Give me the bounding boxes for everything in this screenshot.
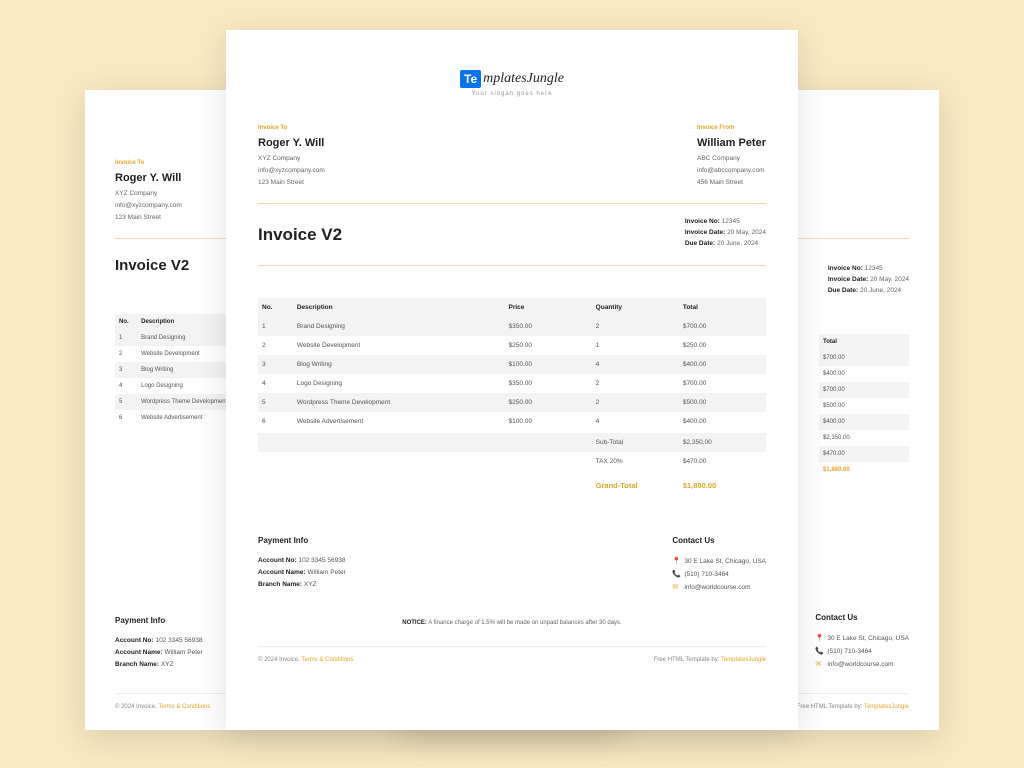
invoice-from-address: 456 Main Street	[697, 179, 766, 186]
table-row: 5Wordpress Theme Development$250.002$500…	[258, 393, 766, 412]
pin-icon: 📍	[672, 557, 680, 565]
table-row: 6Website Advertisement$100.004$400.00	[258, 412, 766, 431]
due-date: 20 June, 2024	[717, 240, 758, 247]
contact-address: 30 E Lake St, Chicago, USA	[684, 558, 766, 565]
invoice-date: 20 May, 2024	[727, 229, 766, 236]
invoice-from-name: William Peter	[697, 137, 766, 149]
account-name: William Peter	[308, 569, 346, 576]
invoice-from-company: ABC Company	[697, 155, 766, 162]
grand-total-value: $1,880.00	[679, 471, 766, 496]
invoice-to-label: Invoice To	[258, 125, 325, 131]
invoice-to-address: 123 Main Street	[258, 179, 325, 186]
logo-tagline: Your slogan goes here	[258, 91, 766, 97]
invoice-from-email: info@abccompany.com	[697, 167, 766, 174]
table-row: 2Website Development$250.001$250.00	[258, 336, 766, 355]
logo: Te mplatesJungle Your slogan goes here	[258, 70, 766, 97]
contact-us-block: Contact Us 📍 30 E Lake St, Chicago, USA 📞…	[672, 536, 766, 596]
invoice-meta: Invoice No: 12345 Invoice Date: 20 May, …	[685, 218, 766, 251]
terms-link[interactable]: Terms & Conditions	[301, 657, 353, 663]
account-no: 102 3345 56938	[298, 557, 345, 564]
invoice-no: 12345	[722, 218, 740, 225]
invoice-to-email: info@xyzcompany.com	[258, 167, 325, 174]
invoice-from-block: Invoice From William Peter ABC Company i…	[697, 125, 766, 191]
pin-icon: 📍	[815, 634, 823, 642]
table-header-row: No. Description Price Quantity Total	[258, 298, 766, 317]
tax-value: $470.00	[679, 452, 766, 471]
invoice-to-name: Roger Y. Will	[258, 137, 325, 149]
invoice-to-company: XYZ Company	[258, 155, 325, 162]
invoice-to-block: Invoice To Roger Y. Will XYZ Company inf…	[258, 125, 325, 191]
phone-icon: 📞	[815, 647, 823, 655]
logo-mark: Te	[460, 70, 481, 88]
contact-title: Contact Us	[672, 536, 766, 545]
subtotal-value: $2,350.00	[679, 433, 766, 452]
table-row: 3Blog Writing$100.004$400.00	[258, 355, 766, 374]
invoice-title: Invoice V2	[258, 225, 342, 245]
tax-label: TAX 20%	[592, 452, 679, 471]
notice-text: NOTICE: A finance charge of 1.5% will be…	[258, 620, 766, 626]
template-credit-link[interactable]: TemplatesJungle	[721, 657, 766, 663]
payment-info-title: Payment Info	[258, 536, 346, 545]
invoice-sheet: Te mplatesJungle Your slogan goes here I…	[226, 30, 798, 730]
subtotal-label: Sub-Total	[592, 433, 679, 452]
line-items-table: No. Description Price Quantity Total 1Br…	[258, 298, 766, 431]
footer: © 2024 Invoice. Terms & Conditions Free …	[258, 646, 766, 663]
payment-info-block: Payment Info Account No: 102 3345 56938 …	[258, 536, 346, 596]
table-row: 4Logo Designing$350.002$700.00	[258, 374, 766, 393]
invoice-from-label: Invoice From	[697, 125, 766, 131]
mail-icon: ✉	[672, 583, 680, 591]
table-row: 1Brand Designing$350.002$700.00	[258, 317, 766, 336]
grand-total-label: Grand-Total	[592, 471, 679, 496]
contact-phone: (510) 710-3464	[684, 571, 728, 578]
phone-icon: 📞	[672, 570, 680, 578]
summary-table: Sub-Total$2,350.00 TAX 20%$470.00 Grand-…	[258, 433, 766, 496]
logo-text: mplatesJungle	[483, 71, 564, 87]
mail-icon: ✉	[815, 660, 823, 668]
branch-name: XYZ	[304, 581, 317, 588]
contact-email: info@worldcourse.com	[684, 584, 750, 591]
